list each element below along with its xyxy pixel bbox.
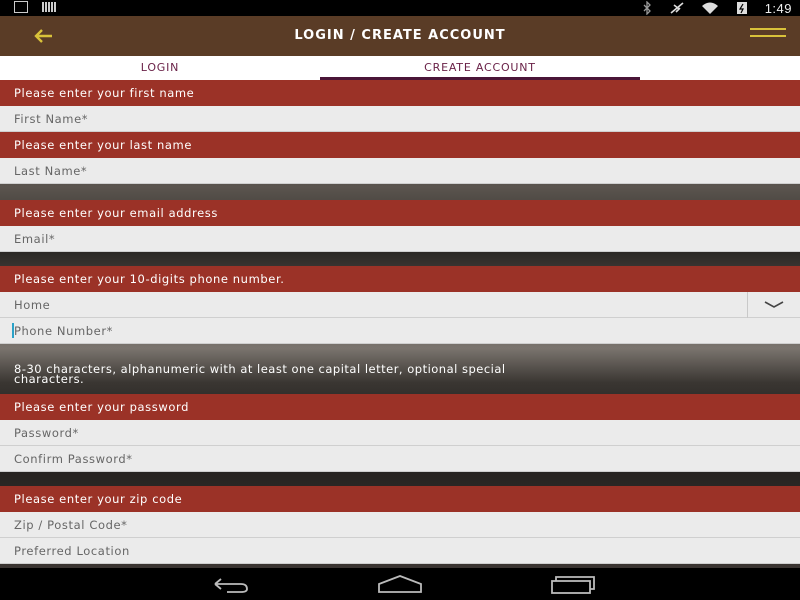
preferred-location-input[interactable]: Preferred Location [0, 538, 800, 564]
airplane-icon [670, 2, 684, 14]
system-home-button[interactable] [375, 572, 425, 596]
zip-banner: Please enter your zip code [0, 486, 800, 512]
password-input[interactable]: Password* [0, 420, 800, 446]
phone-number-placeholder: Phone Number* [14, 324, 114, 338]
email-banner: Please enter your email address [0, 200, 800, 226]
system-nav-bar [0, 568, 800, 600]
tab-bar: LOGIN CREATE ACCOUNT [0, 56, 800, 80]
chevron-down-icon [764, 301, 784, 308]
bluetooth-icon [643, 1, 651, 15]
hamburger-icon [750, 28, 786, 30]
tab-create-account[interactable]: CREATE ACCOUNT [320, 56, 640, 80]
zip-input[interactable]: Zip / Postal Code* [0, 512, 800, 538]
back-icon [214, 578, 248, 593]
create-account-form: Please enter your first name First Name*… [0, 80, 800, 568]
home-icon [378, 575, 422, 593]
phone-type-select[interactable]: Home [0, 292, 800, 318]
menu-button[interactable] [750, 28, 786, 44]
email-input[interactable]: Email* [0, 226, 800, 252]
phone-number-input[interactable]: Phone Number* [0, 318, 800, 344]
wifi-icon [701, 2, 718, 14]
password-hint-line1: 8-30 characters, alphanumeric with at le… [14, 362, 506, 376]
system-back-button[interactable] [205, 572, 255, 596]
phone-type-dropdown[interactable] [747, 292, 800, 318]
confirm-password-input[interactable]: Confirm Password* [0, 446, 800, 472]
page-title: LOGIN / CREATE ACCOUNT [294, 28, 506, 43]
app-bar: LOGIN / CREATE ACCOUNT [0, 16, 800, 56]
phone-type-value: Home [14, 298, 51, 312]
first-name-input[interactable]: First Name* [0, 106, 800, 132]
text-cursor [12, 323, 14, 338]
download-icon [14, 1, 28, 13]
battery-icon [736, 2, 747, 14]
system-recents-button[interactable] [548, 572, 598, 596]
bars-icon [42, 2, 56, 12]
recents-icon [551, 576, 595, 594]
status-bar: 1:49 [0, 0, 800, 16]
last-name-input[interactable]: Last Name* [0, 158, 800, 184]
tab-login[interactable]: LOGIN [0, 56, 320, 80]
clock: 1:49 [764, 0, 792, 16]
password-banner: Please enter your password [0, 394, 800, 420]
first-name-banner: Please enter your first name [0, 80, 800, 106]
phone-banner: Please enter your 10-digits phone number… [0, 266, 800, 292]
password-hint-line2: characters. [14, 372, 85, 386]
last-name-banner: Please enter your last name [0, 132, 800, 158]
